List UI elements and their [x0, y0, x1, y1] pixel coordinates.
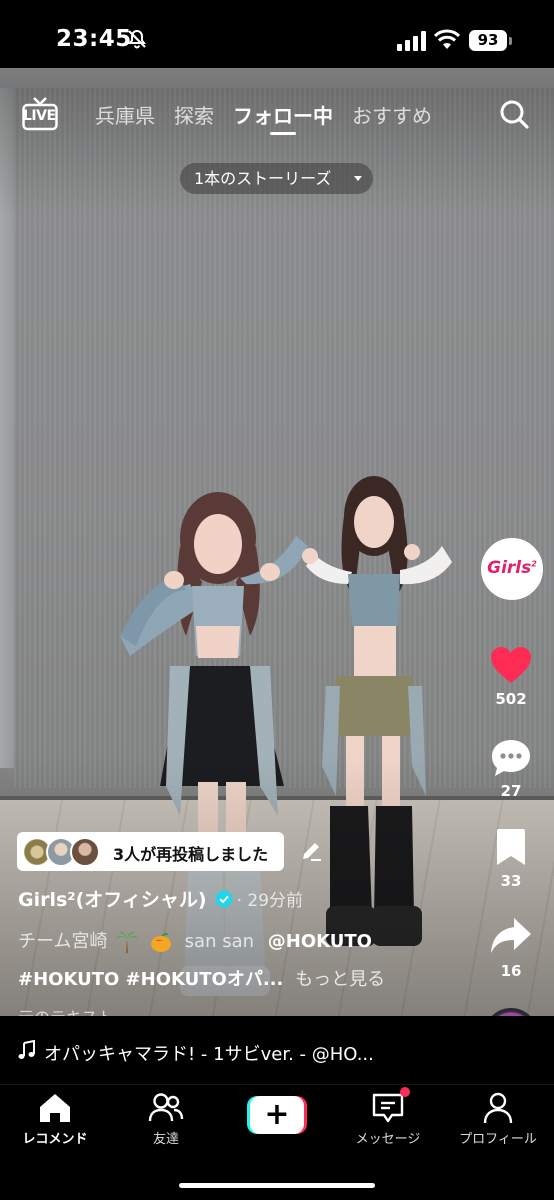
mango-emoji-icon — [150, 932, 171, 952]
stories-label: 1本のストーリーズ — [194, 169, 332, 188]
palm-tree-emoji-icon — [116, 931, 139, 953]
caption-names: san san — [184, 931, 255, 952]
repost-text: 3人が再投稿しました — [113, 845, 269, 864]
inbox-icon — [372, 1093, 404, 1123]
nav-home-label: レコメンド — [22, 1132, 88, 1147]
repost-avatar — [70, 837, 100, 867]
caption-mention[interactable]: @HOKUTO — [268, 931, 372, 952]
search-icon[interactable] — [498, 98, 530, 130]
nav-profile[interactable]: プロフィール — [443, 1092, 553, 1147]
silent-mode-icon — [127, 29, 147, 49]
nav-inbox-label: メッセージ — [355, 1132, 421, 1147]
nav-home[interactable]: レコメンド — [0, 1092, 110, 1147]
repost-banner[interactable]: 3人が再投稿しました — [17, 832, 284, 871]
comment-count: 27 — [500, 782, 522, 800]
live-label: LIVE — [23, 108, 56, 124]
tab-for-you[interactable]: おすすめ — [352, 100, 432, 129]
home-indicator[interactable] — [179, 1183, 375, 1188]
notification-dot — [400, 1087, 410, 1097]
post-time: · 29分前 — [236, 891, 304, 911]
nav-profile-label: プロフィール — [459, 1132, 537, 1147]
caption-hashtags[interactable]: #HOKUTO #HOKUTOオパ... — [18, 969, 283, 990]
friends-icon — [148, 1093, 184, 1122]
status-bar: 23:45 93 — [0, 0, 554, 68]
nav-friends-label: 友達 — [152, 1132, 179, 1147]
active-tab-indicator — [270, 132, 296, 135]
bookmark-icon[interactable] — [496, 828, 526, 866]
author-name[interactable]: Girls²(オフィシャル) — [18, 885, 207, 912]
battery-nub — [509, 37, 512, 45]
battery-icon: 93 — [469, 30, 507, 51]
status-time: 23:45 — [56, 26, 132, 52]
top-tab-bar: 兵庫県 探索 フォロー中 おすすめ — [95, 100, 432, 129]
nav-inbox[interactable]: メッセージ — [333, 1092, 443, 1147]
repost-avatars — [22, 837, 104, 867]
comment-icon[interactable] — [490, 738, 532, 778]
nav-friends[interactable]: 友達 — [111, 1092, 221, 1147]
creator-avatar[interactable]: Girls2 — [481, 538, 543, 600]
tab-hyogo[interactable]: 兵庫県 — [95, 100, 155, 129]
caption-prefix: チーム宮崎 — [18, 931, 108, 952]
heart-icon[interactable] — [490, 646, 532, 684]
stories-dropdown[interactable]: 1本のストーリーズ — [180, 163, 373, 194]
caption-line-2: #HOKUTO #HOKUTOオパ... もっと見る — [18, 965, 385, 991]
chevron-down-icon — [354, 176, 362, 181]
create-post-button[interactable]: + — [247, 1096, 307, 1134]
tab-explore[interactable]: 探索 — [174, 100, 214, 129]
wifi-icon — [434, 29, 460, 49]
video-player[interactable] — [0, 68, 554, 1016]
home-icon — [40, 1094, 70, 1122]
like-count: 502 — [495, 690, 527, 708]
caption-line-1: チーム宮崎 san san @HOKUTO — [18, 927, 372, 953]
girls2-logo: Girls2 — [483, 558, 541, 578]
pencil-icon[interactable] — [300, 840, 322, 862]
top-gradient-overlay — [0, 68, 554, 218]
girls2-logo-text: Girls — [487, 558, 532, 578]
girls2-logo-sup: 2 — [531, 559, 537, 569]
verified-badge-icon — [215, 890, 233, 907]
live-button[interactable]: LIVE — [22, 97, 58, 131]
author-row: Girls²(オフィシャル) · 29分前 — [18, 885, 303, 912]
signal-icon — [397, 31, 426, 51]
music-note-icon — [18, 1040, 35, 1059]
share-icon[interactable] — [490, 916, 532, 956]
save-count: 33 — [500, 872, 522, 890]
sound-title[interactable]: オパッキャマラド! - 1サビver. - @HO... — [44, 1040, 374, 1066]
share-count: 16 — [500, 962, 522, 980]
profile-icon — [483, 1092, 513, 1124]
tab-following[interactable]: フォロー中 — [233, 100, 333, 129]
see-more-link[interactable]: もっと見る — [295, 969, 385, 990]
plus-icon: + — [250, 1096, 304, 1134]
